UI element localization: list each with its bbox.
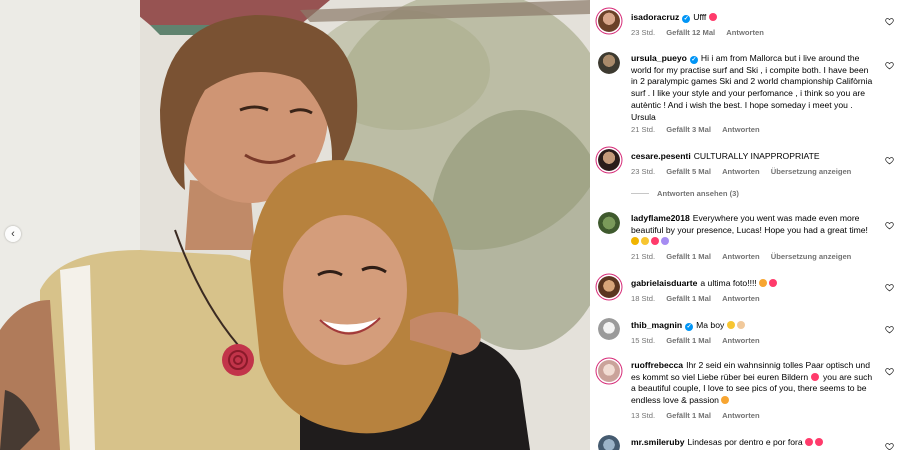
view-replies-button[interactable]: Antworten ansehen (3) <box>631 189 739 198</box>
avatar[interactable] <box>598 149 620 171</box>
instagram-post-view: ‹ isadoracruz ✓ Ufff 23 Std. Gefällt 12 Ma… <box>0 0 900 450</box>
comment-text: thib_magnin ✓ Ma boy <box>631 320 876 332</box>
comment-body: Hi i am from Mallorca but i live around … <box>631 53 873 122</box>
comment-meta: 18 Std. Gefällt 1 Mal Antworten <box>631 294 769 303</box>
like-count[interactable]: Gefällt 12 Mal <box>666 28 715 37</box>
verified-badge-icon: ✓ <box>685 323 694 331</box>
heart-emoji-icon <box>769 279 778 287</box>
avatar[interactable] <box>598 212 620 234</box>
comment-text: gabrielaisduarte a ultima foto!!!! <box>631 278 876 290</box>
comment-time: 23 Std. <box>631 28 656 37</box>
like-heart-icon[interactable] <box>884 16 894 26</box>
comment-time: 23 Std. <box>631 167 656 176</box>
comment-meta: 21 Std. Gefällt 3 Mal Antworten <box>631 125 769 134</box>
like-heart-icon[interactable] <box>884 441 894 450</box>
comment-text: ruoffrebecca Ihr 2 seid ein wahnsinnig to… <box>631 360 876 407</box>
comment-username[interactable]: ladyflame2018 <box>631 213 690 223</box>
comment-meta: 23 Std. Gefällt 5 Mal Antworten Übersetz… <box>631 167 860 176</box>
hand-emoji-icon <box>736 321 745 329</box>
comment-username[interactable]: isadoracruz <box>631 12 679 22</box>
post-photo[interactable]: ‹ <box>0 0 590 450</box>
heart-emoji-icon <box>708 13 717 21</box>
comment-text: cesare.pesenti CULTURALLY INAPPROPRIATE <box>631 151 876 163</box>
like-count[interactable]: Gefällt 1 Mal <box>666 336 711 345</box>
comment-username[interactable]: ursula_pueyo <box>631 53 687 63</box>
comment-body: Ufff <box>693 12 707 22</box>
previous-photo-button[interactable]: ‹ <box>5 226 21 242</box>
photo-illustration <box>0 0 590 450</box>
heart-emoji-icon <box>651 237 659 246</box>
comment-text: isadoracruz ✓ Ufff <box>631 12 876 24</box>
reply-button[interactable]: Antworten <box>722 125 760 134</box>
translate-button[interactable]: Übersetzung anzeigen <box>771 252 852 261</box>
reply-button[interactable]: Antworten <box>726 28 764 37</box>
comment-time: 15 Std. <box>631 336 656 345</box>
comment-time: 21 Std. <box>631 125 656 134</box>
like-heart-icon[interactable] <box>884 282 894 292</box>
comment-username[interactable]: thib_magnin <box>631 320 682 330</box>
comment-text: mr.smileruby Lindesas por dentro e por fo… <box>631 437 876 449</box>
like-count[interactable]: Gefällt 3 Mal <box>666 125 711 134</box>
reply-button[interactable]: Antworten <box>722 167 760 176</box>
comment-meta: 13 Std. Gefällt 1 Mal Antworten <box>631 411 769 420</box>
sparkles-emoji-icon <box>661 237 669 246</box>
like-count[interactable]: Gefällt 5 Mal <box>666 167 711 176</box>
comment-username[interactable]: cesare.pesenti <box>631 151 691 161</box>
heart-emoji-icon <box>810 372 819 381</box>
comment-text: ursula_pueyo ✓ Hi i am from Mallorca but i… <box>631 53 876 123</box>
comment-username[interactable]: mr.smileruby <box>631 437 685 447</box>
like-heart-icon[interactable] <box>884 60 894 70</box>
comment-body: a ultima foto!!!! <box>700 278 757 288</box>
comment-time: 18 Std. <box>631 294 656 303</box>
thumbs-up-emoji-icon <box>631 237 639 246</box>
avatar[interactable] <box>598 318 620 340</box>
comment-meta: 23 Std. Gefällt 12 Mal Antworten <box>631 28 773 37</box>
view-replies-label: Antworten ansehen (3) <box>657 189 739 198</box>
comment-time: 13 Std. <box>631 411 656 420</box>
comment-time: 21 Std. <box>631 252 656 261</box>
replies-divider <box>631 193 649 194</box>
reply-button[interactable]: Antworten <box>722 252 760 261</box>
like-count[interactable]: Gefällt 1 Mal <box>666 411 711 420</box>
comments-panel[interactable]: isadoracruz ✓ Ufff 23 Std. Gefällt 12 Mal … <box>590 0 900 450</box>
smile-emoji-icon <box>641 237 649 246</box>
comment-body: Ma boy <box>696 320 725 330</box>
heart-eyes-emoji-icon <box>721 396 730 405</box>
comment-username[interactable]: ruoffrebecca <box>631 360 683 370</box>
like-count[interactable]: Gefällt 1 Mal <box>666 252 711 261</box>
comment-username[interactable]: gabrielaisduarte <box>631 278 697 288</box>
like-count[interactable]: Gefällt 1 Mal <box>666 294 711 303</box>
comment-body: CULTURALLY INAPPROPRIATE <box>693 151 820 161</box>
heart-eyes-emoji-icon <box>759 279 768 287</box>
avatar[interactable] <box>598 435 620 450</box>
like-heart-icon[interactable] <box>884 324 894 334</box>
chevron-left-icon: ‹ <box>11 228 15 240</box>
reply-button[interactable]: Antworten <box>722 336 760 345</box>
comment-body: Lindesas por dentro e por fora <box>687 437 803 447</box>
avatar[interactable] <box>598 360 620 382</box>
comment-text: ladyflame2018 Everywhere you went was mad… <box>631 213 876 248</box>
heart-emoji-icon <box>805 438 814 446</box>
avatar[interactable] <box>598 10 620 32</box>
translate-button[interactable]: Übersetzung anzeigen <box>771 167 852 176</box>
avatar[interactable] <box>598 52 620 74</box>
like-heart-icon[interactable] <box>884 220 894 230</box>
like-heart-icon[interactable] <box>884 366 894 376</box>
reply-button[interactable]: Antworten <box>722 411 760 420</box>
verified-badge-icon: ✓ <box>689 56 698 64</box>
verified-badge-icon: ✓ <box>682 15 691 23</box>
smile-emoji-icon <box>726 321 735 329</box>
comment-meta: 21 Std. Gefällt 1 Mal Antworten Übersetz… <box>631 252 860 261</box>
avatar[interactable] <box>598 276 620 298</box>
like-heart-icon[interactable] <box>884 155 894 165</box>
comment-meta: 15 Std. Gefällt 1 Mal Antworten <box>631 336 769 345</box>
heart-emoji-icon <box>815 438 824 446</box>
reply-button[interactable]: Antworten <box>722 294 760 303</box>
